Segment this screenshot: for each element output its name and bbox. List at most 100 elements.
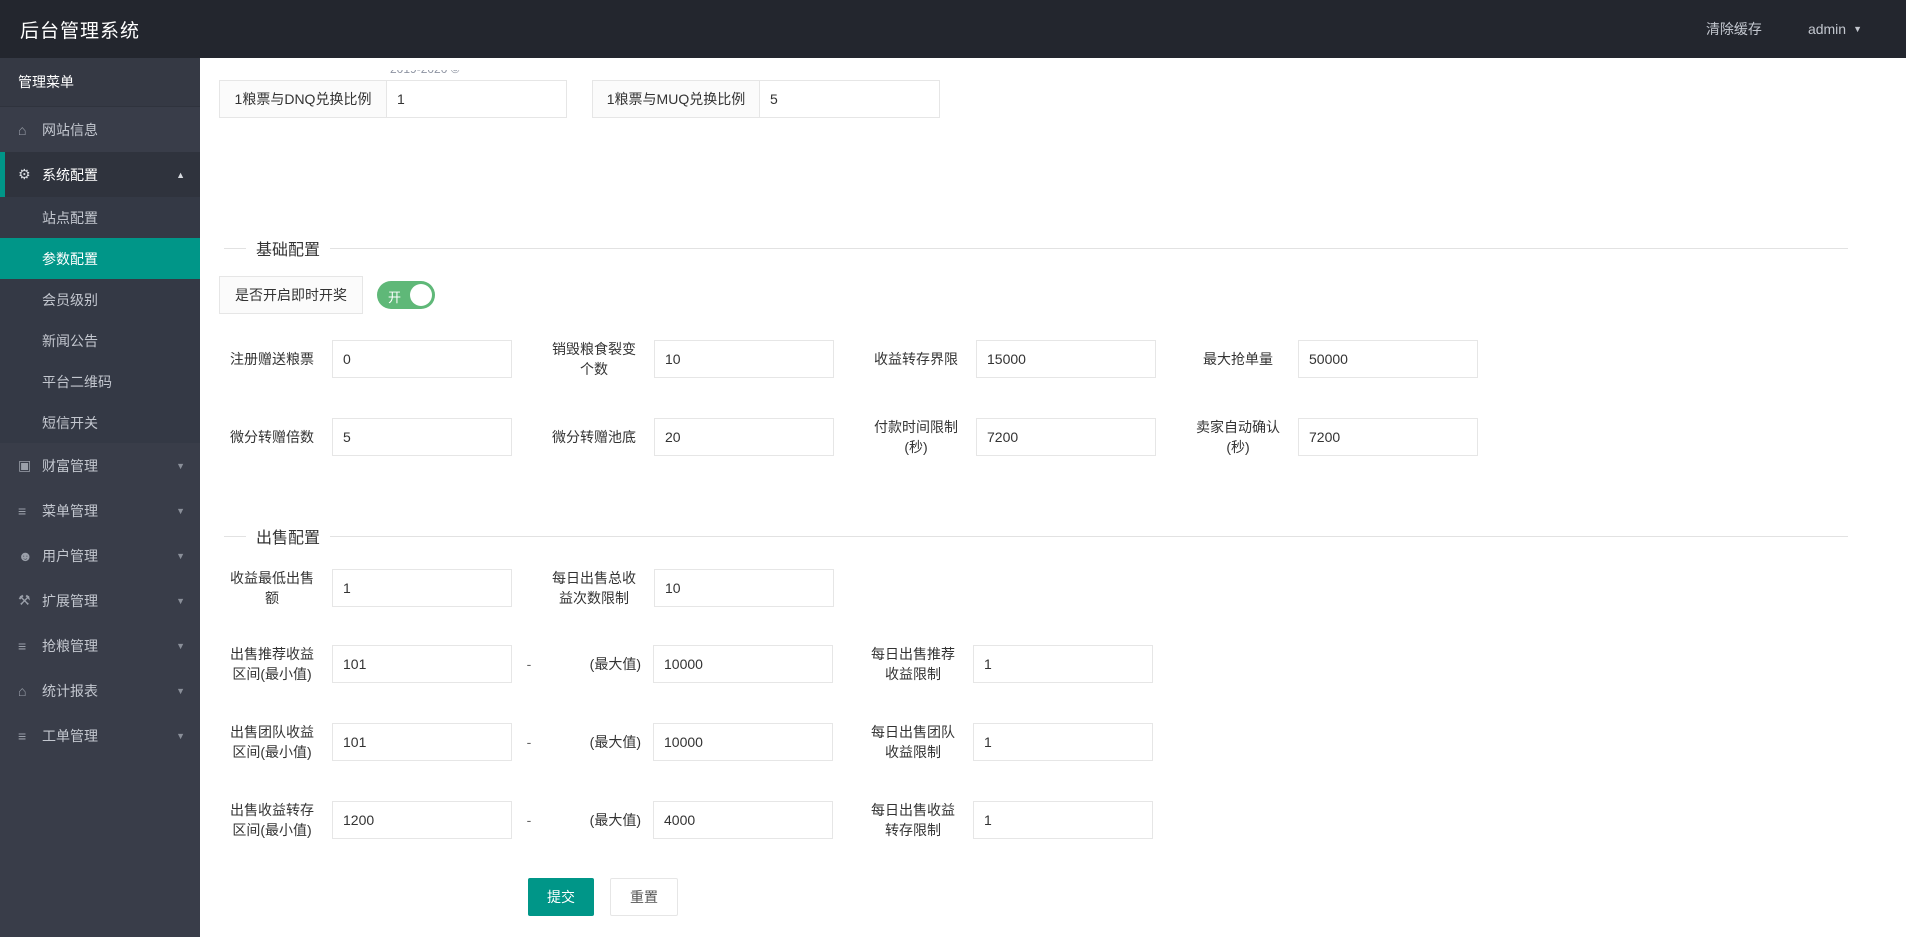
field-min-sell-amount: 收益最低出售额	[224, 568, 546, 608]
field-label: 收益转存界限	[874, 351, 958, 367]
field-label: 出售团队收益区间(最小值)	[230, 724, 314, 760]
sidebar-item-label: 菜单管理	[42, 502, 98, 519]
income-transfer-limit-input[interactable]	[976, 340, 1156, 378]
sidebar-item-site-config[interactable]: 站点配置	[0, 197, 200, 238]
micro-pool-input[interactable]	[654, 418, 834, 456]
sidebar-item-label: 工单管理	[42, 727, 98, 744]
chevron-down-icon: ▼	[176, 505, 185, 516]
field-micro-pool: 微分转赠池底	[546, 417, 868, 457]
sell-recommend-range-row: 出售推荐收益区间(最小值) - (最大值) 每日出售推荐收益限制	[224, 644, 1153, 684]
register-gift-input[interactable]	[332, 340, 512, 378]
chevron-down-icon: ▼	[176, 595, 185, 606]
muq-ratio-group: 1粮票与MUQ兑换比例	[592, 80, 940, 118]
sidebar-item-workorder-mgmt[interactable]: ≡ 工单管理 ▼	[0, 713, 200, 758]
dnq-ratio-group: 1粮票与DNQ兑换比例	[219, 80, 567, 118]
sidebar: 管理菜单 ⌂ 网站信息 ⚙ 系统配置 ▲ 站点配置 参数配置 会员级别 新闻公告…	[0, 58, 200, 937]
sidebar-header: 管理菜单	[0, 58, 200, 107]
min-sell-amount-input[interactable]	[332, 569, 512, 607]
daily-transfer-input[interactable]	[973, 801, 1153, 839]
section-title: 基础配置	[256, 242, 321, 259]
top-navbar: 后台管理系统 清除缓存 admin ▼	[0, 0, 1906, 58]
dnq-ratio-label: 1粮票与DNQ兑换比例	[220, 81, 387, 117]
field-label: 微分转赠池底	[552, 429, 636, 445]
transfer-max-input[interactable]	[653, 801, 833, 839]
destroy-fission-input[interactable]	[654, 340, 834, 378]
sidebar-item-param-config[interactable]: 参数配置	[0, 238, 200, 279]
money-icon: ▣	[18, 457, 32, 473]
sidebar-item-label: 系统配置	[42, 166, 98, 183]
menu-icon: ≡	[18, 502, 27, 519]
field-label: 每日出售总收益次数限制	[552, 570, 636, 606]
dnq-ratio-input[interactable]	[387, 81, 566, 117]
clear-cache-link[interactable]: 清除缓存	[1706, 19, 1762, 39]
home-icon: ⌂	[18, 682, 27, 699]
instant-lottery-row: 是否开启即时开奖 开	[219, 276, 435, 314]
wrench-icon: ⚒	[18, 592, 31, 608]
navbar-right: 清除缓存 admin ▼	[1706, 19, 1906, 39]
sidebar-item-label: 统计报表	[42, 682, 98, 699]
team-max-input[interactable]	[653, 723, 833, 761]
sell-transfer-range-row: 出售收益转存区间(最小值) - (最大值) 每日出售收益转存限制	[224, 800, 1153, 840]
daily-transfer-label: 每日出售收益转存限制	[871, 802, 955, 838]
field-pay-time-limit: 付款时间限制(秒)	[868, 417, 1190, 457]
transfer-min-input[interactable]	[332, 801, 512, 839]
daily-team-input[interactable]	[973, 723, 1153, 761]
form-actions: 提交 重置	[528, 878, 678, 916]
recommend-max-input[interactable]	[653, 645, 833, 683]
basic-fields-row-2: 微分转赠倍数 微分转赠池底 付款时间限制(秒) 卖家自动确认(秒)	[224, 417, 1512, 457]
user-menu[interactable]: admin ▼	[1808, 21, 1862, 37]
section-title: 出售配置	[256, 530, 321, 547]
sidebar-item-member-level[interactable]: 会员级别	[0, 279, 200, 320]
sidebar-item-extension-mgmt[interactable]: ⚒ 扩展管理 ▼	[0, 578, 200, 623]
max-value-label: (最大值)	[589, 656, 641, 672]
instant-lottery-toggle[interactable]: 开	[377, 281, 435, 309]
reset-button[interactable]: 重置	[610, 878, 678, 916]
chevron-down-icon: ▼	[176, 550, 185, 561]
sidebar-item-user-mgmt[interactable]: ☻ 用户管理 ▼	[0, 533, 200, 578]
chevron-down-icon: ▼	[176, 640, 185, 651]
main-content: 2019-2020 © 1粮票与DNQ兑换比例 1粮票与MUQ兑换比例 基础配置…	[200, 58, 1906, 937]
field-label: 微分转赠倍数	[230, 429, 314, 445]
toggle-knob	[410, 284, 432, 306]
daily-recommend-label: 每日出售推荐收益限制	[871, 646, 955, 682]
field-seller-auto-confirm: 卖家自动确认(秒)	[1190, 417, 1512, 457]
micro-multiple-input[interactable]	[332, 418, 512, 456]
system-config-submenu: 站点配置 参数配置 会员级别 新闻公告 平台二维码 短信开关	[0, 197, 200, 443]
seller-auto-confirm-input[interactable]	[1298, 418, 1478, 456]
sidebar-item-grain-grab-mgmt[interactable]: ≡ 抢粮管理 ▼	[0, 623, 200, 668]
sidebar-item-wealth-mgmt[interactable]: ▣ 财富管理 ▼	[0, 443, 200, 488]
sidebar-item-label: 用户管理	[42, 547, 98, 564]
sidebar-item-news[interactable]: 新闻公告	[0, 320, 200, 361]
submit-button[interactable]: 提交	[528, 878, 594, 916]
field-label: 卖家自动确认(秒)	[1196, 419, 1280, 455]
field-label: 出售推荐收益区间(最小值)	[230, 646, 314, 682]
sidebar-item-statistics-report[interactable]: ⌂ 统计报表 ▼	[0, 668, 200, 713]
sidebar-item-sms-switch[interactable]: 短信开关	[0, 402, 200, 443]
muq-ratio-input[interactable]	[760, 81, 939, 117]
clipped-copyright-text: 2019-2020 ©	[390, 70, 560, 79]
chevron-down-icon: ▼	[176, 460, 185, 471]
range-dash: -	[526, 656, 532, 672]
field-income-transfer-limit: 收益转存界限	[868, 339, 1190, 379]
field-label: 最大抢单量	[1203, 351, 1273, 367]
sell-config-section-header: 出售配置	[224, 524, 1848, 548]
field-label: 付款时间限制(秒)	[874, 419, 958, 455]
sell-fields-row-1: 收益最低出售额 每日出售总收益次数限制	[224, 568, 868, 608]
field-max-grab: 最大抢单量	[1190, 339, 1512, 379]
max-grab-input[interactable]	[1298, 340, 1478, 378]
chevron-down-icon: ▼	[1853, 24, 1862, 34]
recommend-min-input[interactable]	[332, 645, 512, 683]
daily-recommend-input[interactable]	[973, 645, 1153, 683]
sidebar-item-system-config[interactable]: ⚙ 系统配置 ▲	[0, 152, 200, 197]
daily-total-sell-limit-input[interactable]	[654, 569, 834, 607]
sidebar-item-website-info[interactable]: ⌂ 网站信息	[0, 107, 200, 152]
pay-time-limit-input[interactable]	[976, 418, 1156, 456]
team-min-input[interactable]	[332, 723, 512, 761]
field-destroy-fission: 销毁粮食裂变个数	[546, 339, 868, 379]
sidebar-item-menu-mgmt[interactable]: ≡ 菜单管理 ▼	[0, 488, 200, 533]
sell-team-range-row: 出售团队收益区间(最小值) - (最大值) 每日出售团队收益限制	[224, 722, 1153, 762]
toggle-on-text: 开	[388, 290, 402, 305]
app-title: 后台管理系统	[20, 20, 141, 42]
field-daily-total-sell-limit: 每日出售总收益次数限制	[546, 568, 868, 608]
sidebar-item-platform-qrcode[interactable]: 平台二维码	[0, 361, 200, 402]
